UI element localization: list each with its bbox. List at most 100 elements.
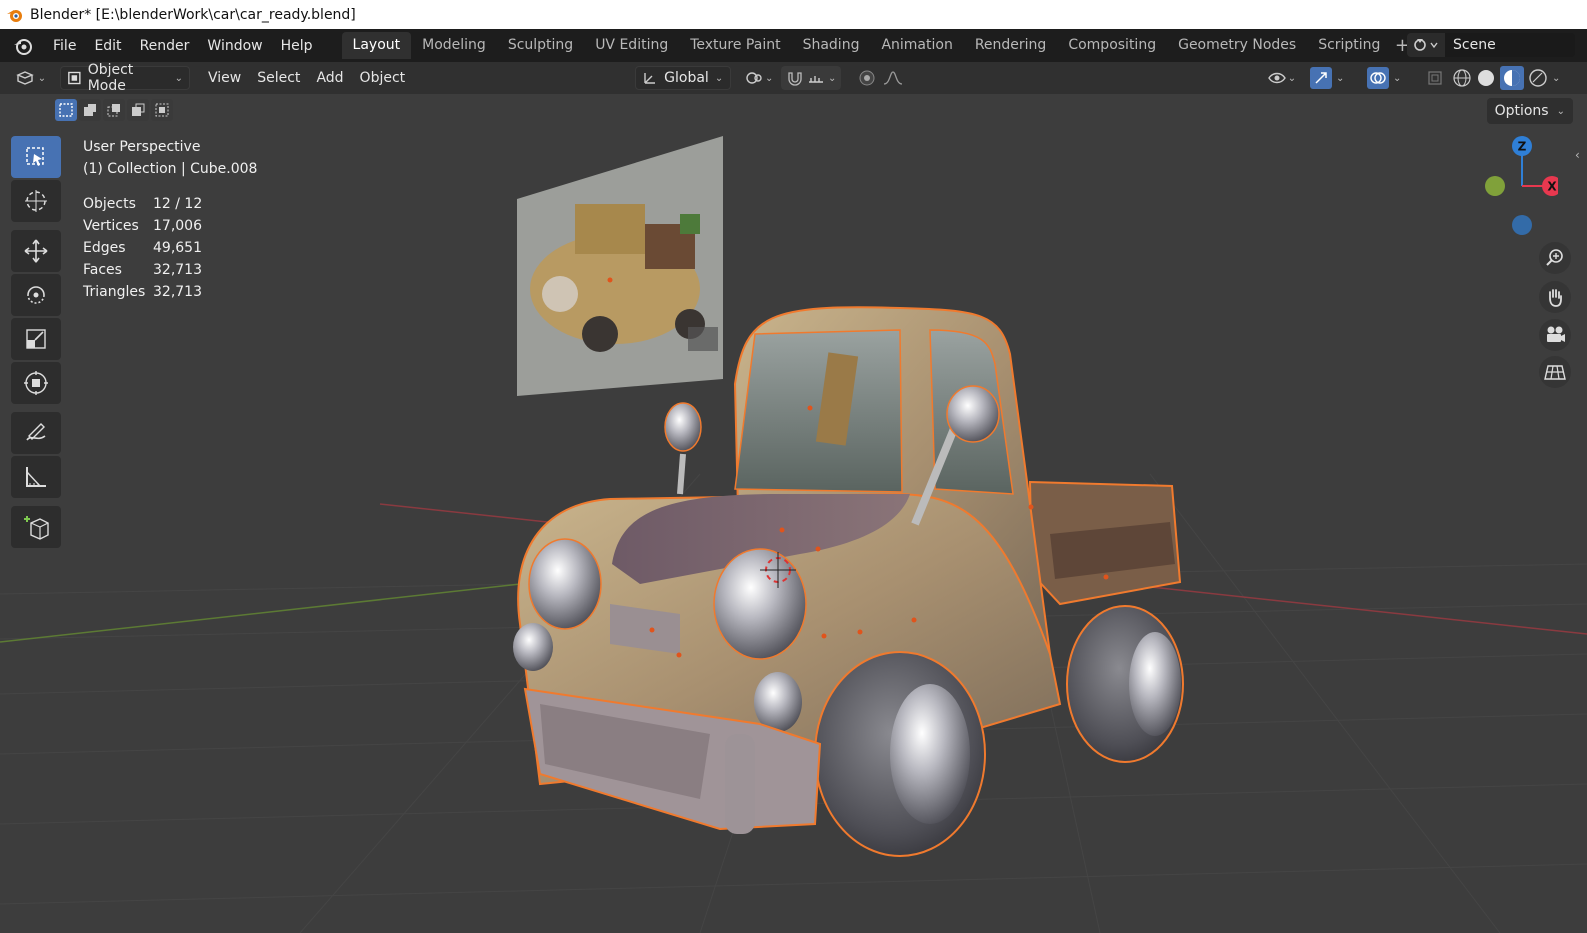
front-wheel bbox=[814, 651, 986, 857]
tab-geometry-nodes[interactable]: Geometry Nodes bbox=[1167, 32, 1307, 59]
stat-value: 32,713 bbox=[153, 284, 202, 300]
pan-hand-icon bbox=[1549, 289, 1562, 307]
stat-row-triangles: Triangles 32,713 bbox=[83, 281, 257, 303]
tool-shelf bbox=[11, 136, 61, 550]
tab-uv-editing[interactable]: UV Editing bbox=[584, 32, 679, 59]
material-preview-button[interactable] bbox=[1500, 66, 1524, 90]
collection-label: (1) Collection | Cube.008 bbox=[83, 161, 258, 177]
proportional-icon bbox=[859, 70, 875, 86]
gizmo-toggle[interactable]: ⌄ bbox=[1310, 66, 1354, 90]
xray-toggle[interactable] bbox=[1425, 66, 1445, 90]
transform-orientation-dropdown[interactable]: Global ⌄ bbox=[635, 66, 732, 90]
tab-texture-paint[interactable]: Texture Paint bbox=[679, 32, 791, 59]
scene-name[interactable]: Scene bbox=[1445, 33, 1575, 57]
move-icon bbox=[24, 239, 48, 263]
scene-selector[interactable]: Scene bbox=[1407, 32, 1575, 58]
add-cube-icon bbox=[24, 516, 49, 540]
scale-tool[interactable] bbox=[11, 318, 61, 360]
editor-type-button[interactable]: ⌄ bbox=[12, 66, 50, 90]
orientation-icon bbox=[644, 73, 656, 84]
scene-icon[interactable] bbox=[1407, 33, 1445, 57]
solid-shading-icon[interactable] bbox=[1476, 68, 1496, 88]
stat-value: 32,713 bbox=[153, 262, 202, 278]
tab-sculpting[interactable]: Sculpting bbox=[497, 32, 584, 59]
perspective-label: User Perspective bbox=[83, 139, 201, 155]
tab-layout[interactable]: Layout bbox=[341, 32, 412, 59]
transform-icon bbox=[24, 371, 48, 395]
material-shading-icon bbox=[1504, 70, 1520, 86]
select-box-icon bbox=[26, 147, 44, 166]
stat-label: Faces bbox=[83, 262, 122, 278]
falloff-icon bbox=[884, 71, 903, 85]
proportional-editing-button[interactable] bbox=[851, 66, 911, 90]
overlay-icon bbox=[1370, 72, 1386, 84]
viewport-info-overlay: User Perspective (1) Collection | Cube.0… bbox=[83, 136, 257, 303]
move-tool[interactable] bbox=[11, 230, 61, 272]
x-axis-label: X bbox=[1547, 180, 1557, 194]
menu-object[interactable]: Object bbox=[352, 70, 414, 86]
camera-view-button[interactable] bbox=[1539, 319, 1571, 351]
cursor-tool[interactable] bbox=[11, 180, 61, 222]
viewport-header: ⌄ Object Mode ⌄ View Select Add Object G… bbox=[0, 62, 1587, 94]
pan-button[interactable] bbox=[1539, 281, 1571, 313]
ortho-toggle-button[interactable] bbox=[1539, 356, 1571, 388]
magnet-icon bbox=[788, 72, 802, 86]
xray-icon bbox=[1428, 71, 1442, 85]
sidebar-toggle-icon[interactable]: ‹ bbox=[1575, 148, 1580, 162]
camera-icon bbox=[1547, 326, 1565, 342]
pivot-point-button[interactable]: ⌄ bbox=[741, 66, 777, 90]
visibility-button[interactable]: ⌄ bbox=[1264, 66, 1300, 90]
editor-type-icon bbox=[16, 71, 34, 85]
select-box-tool[interactable] bbox=[11, 136, 61, 178]
menu-edit[interactable]: Edit bbox=[85, 33, 130, 59]
stat-label: Edges bbox=[83, 240, 126, 256]
menu-file[interactable]: File bbox=[44, 33, 85, 59]
mode-dropdown[interactable]: Object Mode ⌄ bbox=[60, 62, 190, 94]
menu-window[interactable]: Window bbox=[198, 33, 271, 59]
stat-label: Objects bbox=[83, 196, 136, 212]
menu-help[interactable]: Help bbox=[272, 33, 322, 59]
zoom-button[interactable] bbox=[1539, 242, 1571, 274]
tab-shading[interactable]: Shading bbox=[792, 32, 871, 59]
pivot-icon bbox=[746, 72, 762, 84]
measure-tool[interactable] bbox=[11, 456, 61, 498]
measure-icon bbox=[26, 467, 46, 487]
tab-modeling[interactable]: Modeling bbox=[411, 32, 497, 59]
annotate-icon bbox=[26, 423, 46, 441]
blender-menu-icon[interactable] bbox=[12, 35, 34, 57]
window-title: Blender* [E:\blenderWork\car\car_ready.b… bbox=[30, 6, 356, 23]
chevron-down-icon: ⌄ bbox=[174, 72, 183, 84]
tab-rendering[interactable]: Rendering bbox=[964, 32, 1058, 59]
tab-animation[interactable]: Animation bbox=[870, 32, 963, 59]
neg-z-axis-handle[interactable] bbox=[1512, 215, 1532, 235]
grid-view-icon bbox=[1544, 365, 1566, 380]
mode-label: Object Mode bbox=[87, 62, 134, 94]
orientation-label: Global bbox=[664, 70, 709, 86]
snapping-button[interactable]: ⌄ bbox=[781, 66, 842, 90]
y-axis-handle[interactable] bbox=[1485, 176, 1505, 196]
menu-add[interactable]: Add bbox=[308, 70, 351, 86]
stat-row-edges: Edges 49,651 bbox=[83, 237, 257, 259]
stat-row-faces: Faces 32,713 bbox=[83, 259, 257, 281]
overlays-toggle[interactable]: ⌄ bbox=[1367, 66, 1411, 90]
add-cube-tool[interactable] bbox=[11, 506, 61, 548]
rendered-shading-icon[interactable] bbox=[1528, 68, 1548, 88]
navigation-gizmo[interactable]: Z X bbox=[1468, 134, 1558, 244]
transform-tool[interactable] bbox=[11, 362, 61, 404]
shading-modes: ⌄ bbox=[1452, 66, 1560, 90]
stat-row-objects: Objects 12 / 12 bbox=[83, 193, 257, 215]
menu-view[interactable]: View bbox=[200, 70, 249, 86]
menu-render[interactable]: Render bbox=[131, 33, 199, 59]
stat-value: 12 / 12 bbox=[153, 196, 203, 212]
rotate-tool[interactable] bbox=[11, 274, 61, 316]
rotate-icon bbox=[27, 286, 45, 304]
menu-select[interactable]: Select bbox=[249, 70, 308, 86]
stat-label: Vertices bbox=[83, 218, 139, 234]
tab-compositing[interactable]: Compositing bbox=[1057, 32, 1167, 59]
tab-scripting[interactable]: Scripting bbox=[1307, 32, 1391, 59]
wireframe-shading-icon[interactable] bbox=[1452, 68, 1472, 88]
top-bar: File Edit Render Window Help Layout Mode… bbox=[0, 29, 1587, 62]
chevron-down-icon: ⌄ bbox=[37, 72, 47, 84]
reference-image[interactable] bbox=[517, 136, 723, 396]
annotate-tool[interactable] bbox=[11, 412, 61, 454]
